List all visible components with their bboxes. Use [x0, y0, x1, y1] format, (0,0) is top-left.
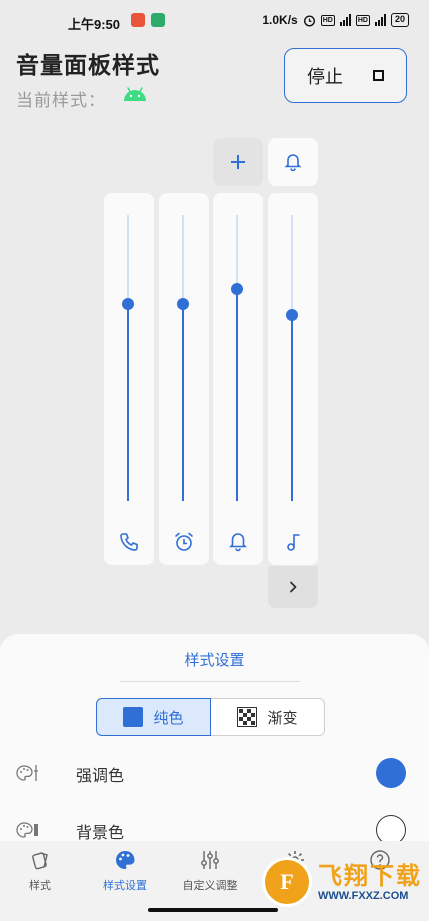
background-color-label: 背景色: [76, 823, 125, 842]
network-speed: 1.0K/s: [262, 13, 298, 27]
palette-icon: [16, 822, 38, 838]
segment-gradient[interactable]: 渐变: [211, 698, 325, 736]
chevron-right-icon: [290, 581, 297, 593]
cards-icon: [32, 852, 48, 870]
nav-label: 样式: [29, 879, 51, 892]
home-indicator[interactable]: [148, 908, 278, 912]
slider-fill: [182, 303, 184, 501]
stop-button[interactable]: 停止: [284, 48, 407, 103]
app-notification-icon: [131, 13, 145, 27]
page-title: 音量面板样式: [16, 53, 160, 79]
stop-label: 停止: [307, 66, 343, 88]
add-button[interactable]: [213, 138, 263, 186]
hd-badge: HD: [320, 14, 335, 26]
segment-solid[interactable]: 纯色: [96, 698, 211, 736]
slider-fill: [291, 315, 293, 501]
hd-badge: HD: [355, 14, 370, 26]
sliders-icon: [201, 851, 219, 869]
watermark-name: 飞翔下载: [318, 862, 422, 890]
watermark-text: 飞翔下载 WWW.FXXZ.COM: [318, 862, 422, 902]
palette-icon: [116, 851, 135, 869]
stop-square-icon: [373, 70, 384, 81]
checkerboard-icon: [237, 707, 258, 727]
divider: [120, 681, 300, 682]
bell-icon: [284, 154, 302, 171]
watermark-logo: F: [262, 857, 312, 907]
slider-fill: [236, 289, 238, 501]
status-right: 1.0K/s HD HD 20: [262, 13, 409, 27]
battery-icon: 20: [390, 13, 409, 27]
bell-icon[interactable]: [227, 531, 249, 553]
signal-icon: [374, 14, 386, 26]
watermark: F 飞翔下载 WWW.FXXZ.COM: [262, 852, 422, 912]
slider-thumb[interactable]: [177, 297, 189, 310]
nav-item-styles[interactable]: 样式: [0, 849, 80, 893]
solid-color-icon: [123, 707, 144, 727]
alarm-status-icon: [303, 14, 315, 27]
accent-color-row[interactable]: 强调色: [0, 753, 429, 793]
android-icon: [124, 87, 146, 101]
plus-icon: [231, 155, 245, 169]
status-time: 上午9:50: [68, 17, 121, 32]
ringer-mode-button[interactable]: [268, 138, 318, 186]
segment-solid-label: 纯色: [153, 708, 184, 727]
current-style-label: 当前样式：: [16, 91, 106, 111]
volume-slider-call[interactable]: [104, 193, 154, 565]
volume-slider-ring[interactable]: [213, 193, 263, 565]
slider-thumb[interactable]: [286, 309, 298, 322]
slider-thumb[interactable]: [231, 283, 243, 296]
nav-label: 样式设置: [103, 879, 147, 892]
nav-item-custom-adjust[interactable]: 自定义调整: [170, 849, 250, 893]
nav-label: 自定义调整: [182, 879, 238, 892]
palette-icon: [16, 765, 38, 781]
alarm-clock-icon[interactable]: [173, 531, 195, 553]
accent-color-label: 强调色: [76, 766, 125, 785]
status-bar: 上午9:50 1.0K/s HD HD 20: [0, 0, 429, 42]
accent-color-swatch[interactable]: [376, 758, 406, 788]
volume-slider-media[interactable]: [268, 193, 318, 565]
slider-fill: [127, 303, 129, 501]
watermark-url: WWW.FXXZ.COM: [318, 890, 409, 902]
shield-notification-icon: [151, 13, 165, 27]
nav-item-style-settings[interactable]: 样式设置: [85, 849, 165, 893]
panel-title: 样式设置: [184, 651, 245, 669]
signal-icon: [339, 14, 351, 26]
music-note-icon[interactable]: [282, 531, 304, 553]
segment-gradient-label: 渐变: [267, 708, 298, 727]
phone-icon[interactable]: [118, 531, 140, 553]
expand-button[interactable]: [268, 566, 318, 608]
volume-slider-alarm[interactable]: [159, 193, 209, 565]
slider-thumb[interactable]: [122, 297, 134, 310]
